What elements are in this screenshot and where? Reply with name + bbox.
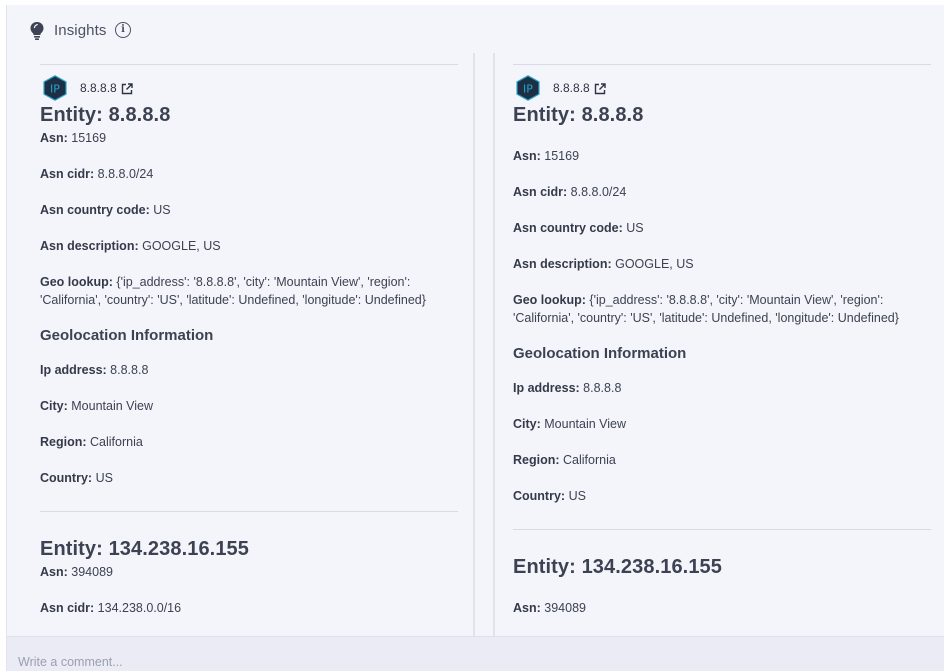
geo-lookup-field: Geo lookup: {'ip_address': '8.8.8.8', 'c…	[40, 273, 458, 291]
ip-entity-icon: IP	[43, 75, 67, 101]
external-link-icon[interactable]	[594, 83, 606, 95]
asn-label: Asn:	[40, 131, 68, 145]
insight-column-left[interactable]: IP 8.8.8.8 Entity: 8.8.8.8 Asn: 15169 As…	[20, 53, 475, 636]
asn-cidr-field: Asn cidr: 8.8.8.0/24	[40, 165, 458, 183]
asn-country-code-label: Asn country code:	[513, 221, 623, 235]
asn-description-label: Asn description:	[513, 257, 612, 271]
asn-field: Asn: 394089	[513, 599, 931, 617]
ip-address-value: 8.8.8.8	[110, 363, 149, 377]
insight-column-right[interactable]: IP 8.8.8.8 Entity: 8.8.8.8 Asn: 15169 As…	[493, 53, 944, 636]
asn-country-code-field: Asn country code: US	[513, 219, 931, 237]
region-label: Region:	[40, 435, 87, 449]
insights-panel: Insights i IP 8.8.8.8 Entity: 8.8.8.8 As…	[6, 5, 944, 671]
asn-country-code-value: US	[626, 221, 644, 235]
city-field: City: Mountain View	[40, 397, 458, 415]
svg-text:IP: IP	[523, 83, 533, 96]
asn-label: Asn:	[513, 601, 541, 615]
ip-address-label: Ip address:	[40, 363, 107, 377]
region-value: California	[563, 453, 616, 467]
asn-cidr-value: 134.238.0.0/16	[97, 601, 182, 615]
ip-address-field: Ip address: 8.8.8.8	[40, 361, 458, 379]
asn-value: 15169	[71, 131, 107, 145]
geo-lookup-value-line2: 'California', 'country': 'US', 'latitude…	[40, 293, 426, 307]
ip-address-label: Ip address:	[513, 381, 580, 395]
geolocation-section-title: Geolocation Information	[513, 345, 687, 362]
entity-title: Entity: 8.8.8.8	[513, 104, 644, 126]
country-value: US	[568, 489, 586, 503]
city-label: City:	[40, 399, 68, 413]
region-field: Region: California	[513, 451, 931, 469]
asn-value: 394089	[544, 601, 586, 615]
lightbulb-icon	[30, 22, 44, 40]
geo-lookup-value-line1: {'ip_address': '8.8.8.8', 'city': 'Mount…	[589, 293, 884, 307]
asn-cidr-field: Asn cidr: 8.8.8.0/24	[513, 183, 931, 201]
divider	[513, 64, 931, 65]
asn-description-field: Asn description: GOOGLE, US	[40, 237, 458, 255]
entity-title: Entity: 8.8.8.8	[40, 104, 171, 126]
asn-field: Asn: 394089	[40, 563, 458, 581]
asn-cidr-value: 8.8.8.0/24	[570, 185, 627, 199]
asn-field: Asn: 15169	[513, 147, 931, 165]
geolocation-section-title: Geolocation Information	[40, 327, 214, 344]
asn-value: 15169	[544, 149, 580, 163]
divider	[513, 529, 931, 530]
country-label: Country:	[513, 489, 566, 503]
asn-cidr-value: 8.8.8.0/24	[97, 167, 154, 181]
region-field: Region: California	[40, 433, 458, 451]
region-label: Region:	[513, 453, 560, 467]
asn-cidr-label: Asn cidr:	[513, 185, 568, 199]
info-icon[interactable]: i	[115, 22, 131, 38]
country-label: Country:	[40, 471, 93, 485]
geo-lookup-value-line1: {'ip_address': '8.8.8.8', 'city': 'Mount…	[116, 275, 411, 289]
insights-columns: IP 8.8.8.8 Entity: 8.8.8.8 Asn: 15169 As…	[7, 53, 944, 636]
region-value: California	[90, 435, 143, 449]
country-field: Country: US	[40, 469, 458, 487]
divider	[40, 64, 458, 65]
entity-link[interactable]: 8.8.8.8	[80, 81, 117, 95]
geo-lookup-field: Geo lookup: {'ip_address': '8.8.8.8', 'c…	[513, 291, 931, 309]
divider	[40, 511, 458, 512]
entity-link-row: IP 8.8.8.8	[513, 75, 931, 105]
geo-lookup-value-line2: 'California', 'country': 'US', 'latitude…	[513, 311, 899, 325]
asn-cidr-label: Asn cidr:	[40, 601, 95, 615]
header-title: Insights	[54, 22, 107, 39]
city-value: Mountain View	[544, 417, 627, 431]
comment-input[interactable]: Write a comment...	[18, 655, 123, 669]
city-label: City:	[513, 417, 541, 431]
asn-cidr-field: Asn cidr: 134.238.0.0/16	[40, 599, 458, 617]
asn-label: Asn:	[40, 565, 68, 579]
asn-country-code-field: Asn country code: US	[40, 201, 458, 219]
country-value: US	[95, 471, 113, 485]
entity-link-row: IP 8.8.8.8	[40, 75, 458, 105]
insights-header: Insights i	[7, 5, 944, 55]
entity-link[interactable]: 8.8.8.8	[553, 81, 590, 95]
asn-field: Asn: 15169	[40, 129, 458, 147]
entity-title: Entity: 134.238.16.155	[513, 556, 722, 578]
ip-address-field: Ip address: 8.8.8.8	[513, 379, 931, 397]
asn-description-value: GOOGLE, US	[615, 257, 694, 271]
city-field: City: Mountain View	[513, 415, 931, 433]
external-link-icon[interactable]	[121, 83, 133, 95]
asn-cidr-label: Asn cidr:	[40, 167, 95, 181]
asn-country-code-value: US	[153, 203, 171, 217]
ip-entity-icon: IP	[516, 75, 540, 101]
asn-description-value: GOOGLE, US	[142, 239, 221, 253]
asn-description-label: Asn description:	[40, 239, 139, 253]
asn-label: Asn:	[513, 149, 541, 163]
svg-text:IP: IP	[50, 83, 60, 96]
geo-lookup-label: Geo lookup:	[40, 275, 113, 289]
asn-value: 394089	[71, 565, 113, 579]
city-value: Mountain View	[71, 399, 154, 413]
ip-address-value: 8.8.8.8	[583, 381, 622, 395]
entity-title: Entity: 134.238.16.155	[40, 538, 249, 560]
country-field: Country: US	[513, 487, 931, 505]
asn-description-field: Asn description: GOOGLE, US	[513, 255, 931, 273]
geo-lookup-label: Geo lookup:	[513, 293, 586, 307]
comment-bar: Write a comment...	[7, 636, 944, 671]
asn-country-code-label: Asn country code:	[40, 203, 150, 217]
